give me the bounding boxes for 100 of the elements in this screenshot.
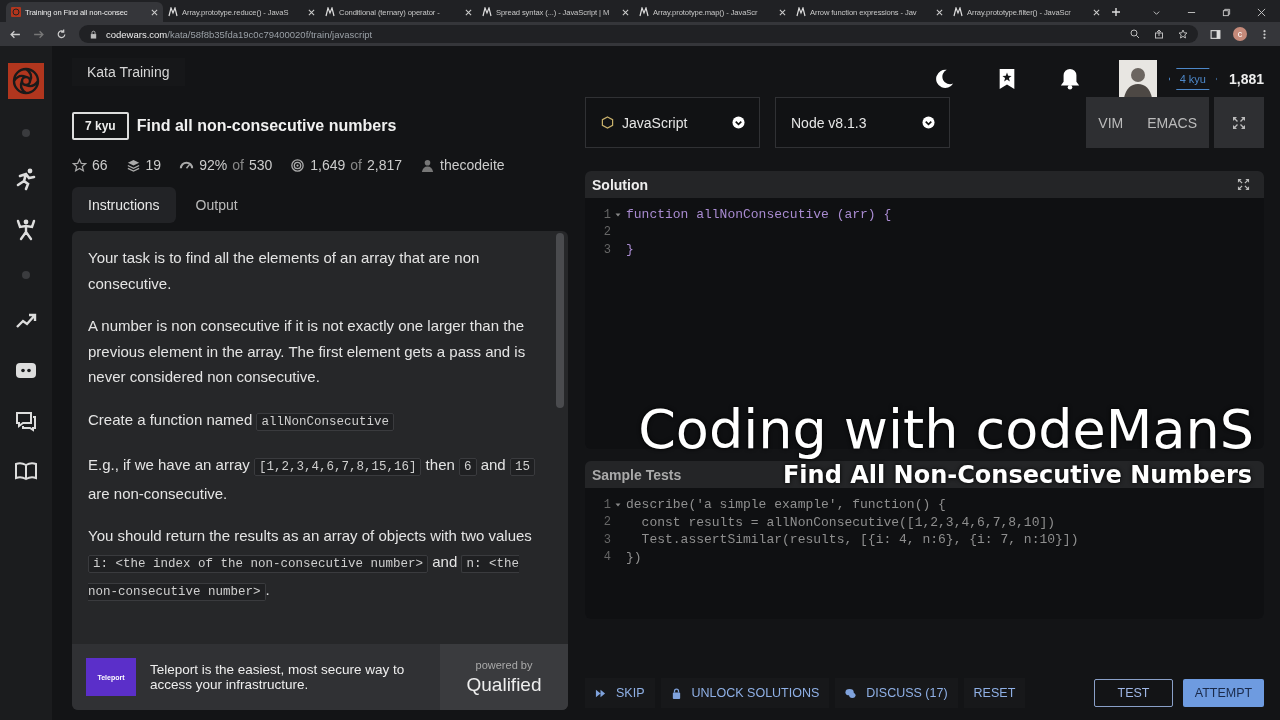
close-icon[interactable] <box>779 8 786 16</box>
close-icon[interactable] <box>622 8 629 16</box>
site-icon <box>639 7 649 17</box>
reload-icon[interactable] <box>56 28 67 40</box>
action-button[interactable]: UNLOCK SOLUTIONS <box>660 678 830 708</box>
site-icon <box>953 7 963 17</box>
kata-title: Find all non-consecutive numbers <box>136 117 397 135</box>
panel-tab[interactable]: Instructions <box>72 187 176 223</box>
chevron-down-icon <box>922 116 935 129</box>
share-icon[interactable] <box>1154 29 1164 39</box>
panel-tab[interactable]: Output <box>179 187 254 223</box>
stat-value: 2,817 <box>366 157 402 173</box>
nav-dot <box>22 271 30 279</box>
code-line: const results = allNonConsecutive([1,2,3,4,6,7,8,10]) <box>640 514 1056 530</box>
test-button[interactable]: TEST <box>1094 679 1173 707</box>
editor-mode-button[interactable]: VIM <box>1086 97 1136 148</box>
stat-value: 19 <box>145 157 162 173</box>
stat-label: of <box>350 157 362 173</box>
zoom-icon[interactable] <box>1130 29 1140 39</box>
scrollbar-thumb[interactable] <box>556 233 564 408</box>
fold-icon[interactable] <box>615 501 621 508</box>
line-number: 2 <box>602 225 611 240</box>
stat-value: thecodeite <box>440 157 505 173</box>
code-line: } <box>626 242 634 258</box>
action-button[interactable]: DISCUSS (17) <box>835 678 958 708</box>
stat-value: 66 <box>92 157 108 173</box>
code-line: function allNonConsecutive (arr) { <box>626 207 892 223</box>
sidebar-icon[interactable] <box>1210 28 1221 40</box>
action-button[interactable]: RESET <box>963 678 1026 708</box>
site-icon <box>796 7 806 17</box>
new-tab-icon[interactable] <box>1111 7 1121 17</box>
honor-score: 1,881 <box>1228 71 1264 87</box>
editor-mode-button[interactable]: EMACS <box>1135 97 1209 148</box>
language-select[interactable]: JavaScript <box>585 97 760 148</box>
forward-icon[interactable] <box>33 28 44 40</box>
instruction-paragraph: A number is non consecutive if it is not exactly one larger than the previous element in the array. The first element gets a pass and is never considered non consecutive. <box>88 316 527 387</box>
close-icon[interactable] <box>465 8 472 16</box>
code-editor[interactable]: 1 describe('a simple example', function() { 2 const results = allNonConsecutive([1,2,3,4,6,7,8,10]) 3 Test.assertSimilar(results, [{i: 4, n:6}, {i: 7, n:10}]) 4 }) <box>585 488 1264 619</box>
chat-icon <box>845 687 857 699</box>
instruction-paragraph: Create a function named allNonConsecutive <box>88 406 538 435</box>
powered-by-label: powered by <box>475 658 533 671</box>
runtime-select[interactable]: Node v8.1.3 <box>775 97 950 148</box>
video-subtitle-overlay: Find All Non-Consecutive Numbers <box>782 460 1252 490</box>
close-icon[interactable] <box>151 8 158 16</box>
site-icon <box>11 7 21 17</box>
user-avatar[interactable] <box>1118 60 1157 98</box>
panel-title: Sample Tests <box>592 466 682 483</box>
star-icon <box>72 157 87 173</box>
close-icon[interactable] <box>936 8 943 16</box>
instruction-paragraph: E.g., if we have an array [1,2,3,4,6,7,8,15,16] then 6 and 15 are non-consecutive. <box>88 452 538 506</box>
site-icon <box>325 7 335 17</box>
lock-icon <box>89 29 98 39</box>
site-icon <box>168 7 178 17</box>
star-icon[interactable] <box>1178 29 1188 39</box>
close-icon[interactable] <box>308 8 315 16</box>
restore-icon[interactable] <box>1222 8 1231 17</box>
fold-icon[interactable] <box>615 211 621 218</box>
rank-badge: 7 kyu <box>72 112 129 140</box>
logo-icon[interactable] <box>8 63 44 99</box>
nav-dot <box>22 129 30 137</box>
lock-icon <box>670 687 682 699</box>
fullscreen-icon <box>1232 115 1246 130</box>
code-line: }) <box>626 549 642 565</box>
runner-icon[interactable] <box>14 167 38 191</box>
line-number: 3 <box>602 242 611 257</box>
line-number: 1 <box>602 207 611 222</box>
stat-label: of <box>232 157 244 173</box>
book-icon[interactable] <box>14 459 38 483</box>
fullscreen-button[interactable] <box>1214 97 1264 148</box>
stat-value: 530 <box>248 157 273 173</box>
code-line: describe('a simple example', function() { <box>626 497 946 513</box>
expand-icon[interactable] <box>1237 178 1250 191</box>
stat-value: 1,649 <box>310 157 346 173</box>
line-number: 4 <box>602 550 611 565</box>
line-number: 3 <box>602 532 611 547</box>
chat-icon[interactable] <box>14 409 38 433</box>
layers-icon <box>125 157 141 173</box>
video-title-overlay: Coding with codeManS <box>638 400 1254 460</box>
fast-forward-icon <box>595 687 606 699</box>
close-icon[interactable] <box>1257 8 1266 17</box>
chevron-down-icon <box>732 116 745 129</box>
site-icon <box>482 7 492 17</box>
back-icon[interactable] <box>10 28 21 40</box>
brand-name: Qualified <box>466 673 542 696</box>
action-button[interactable]: SKIP <box>585 678 655 708</box>
line-number: 2 <box>602 515 611 530</box>
dropdown-icon[interactable] <box>1152 8 1161 17</box>
close-icon[interactable] <box>1093 8 1100 16</box>
ad-text: Teleport is the easiest, most secure way to access your infrastructure. <box>150 662 406 692</box>
instruction-paragraph: Your task is to find all the elements of an array that are non consecutive. <box>88 248 481 294</box>
code-line: Test.assertSimilar(results, [{i: 4, n:6}, {i: 7, n:10}]) <box>640 532 1079 548</box>
bell-icon[interactable] <box>1058 68 1081 90</box>
hexagon-icon <box>601 116 614 129</box>
fighter-icon[interactable] <box>14 217 38 241</box>
stat-value: 92% <box>199 157 228 173</box>
attempt-button[interactable]: ATTEMPT <box>1183 679 1264 707</box>
target-icon <box>290 157 306 173</box>
address-field[interactable]: codewars.com/kata/58f8b35fda19c0c79400020f/train/javascript <box>79 25 1198 43</box>
panel-title: Solution <box>592 176 648 193</box>
line-number: 1 <box>602 497 611 512</box>
